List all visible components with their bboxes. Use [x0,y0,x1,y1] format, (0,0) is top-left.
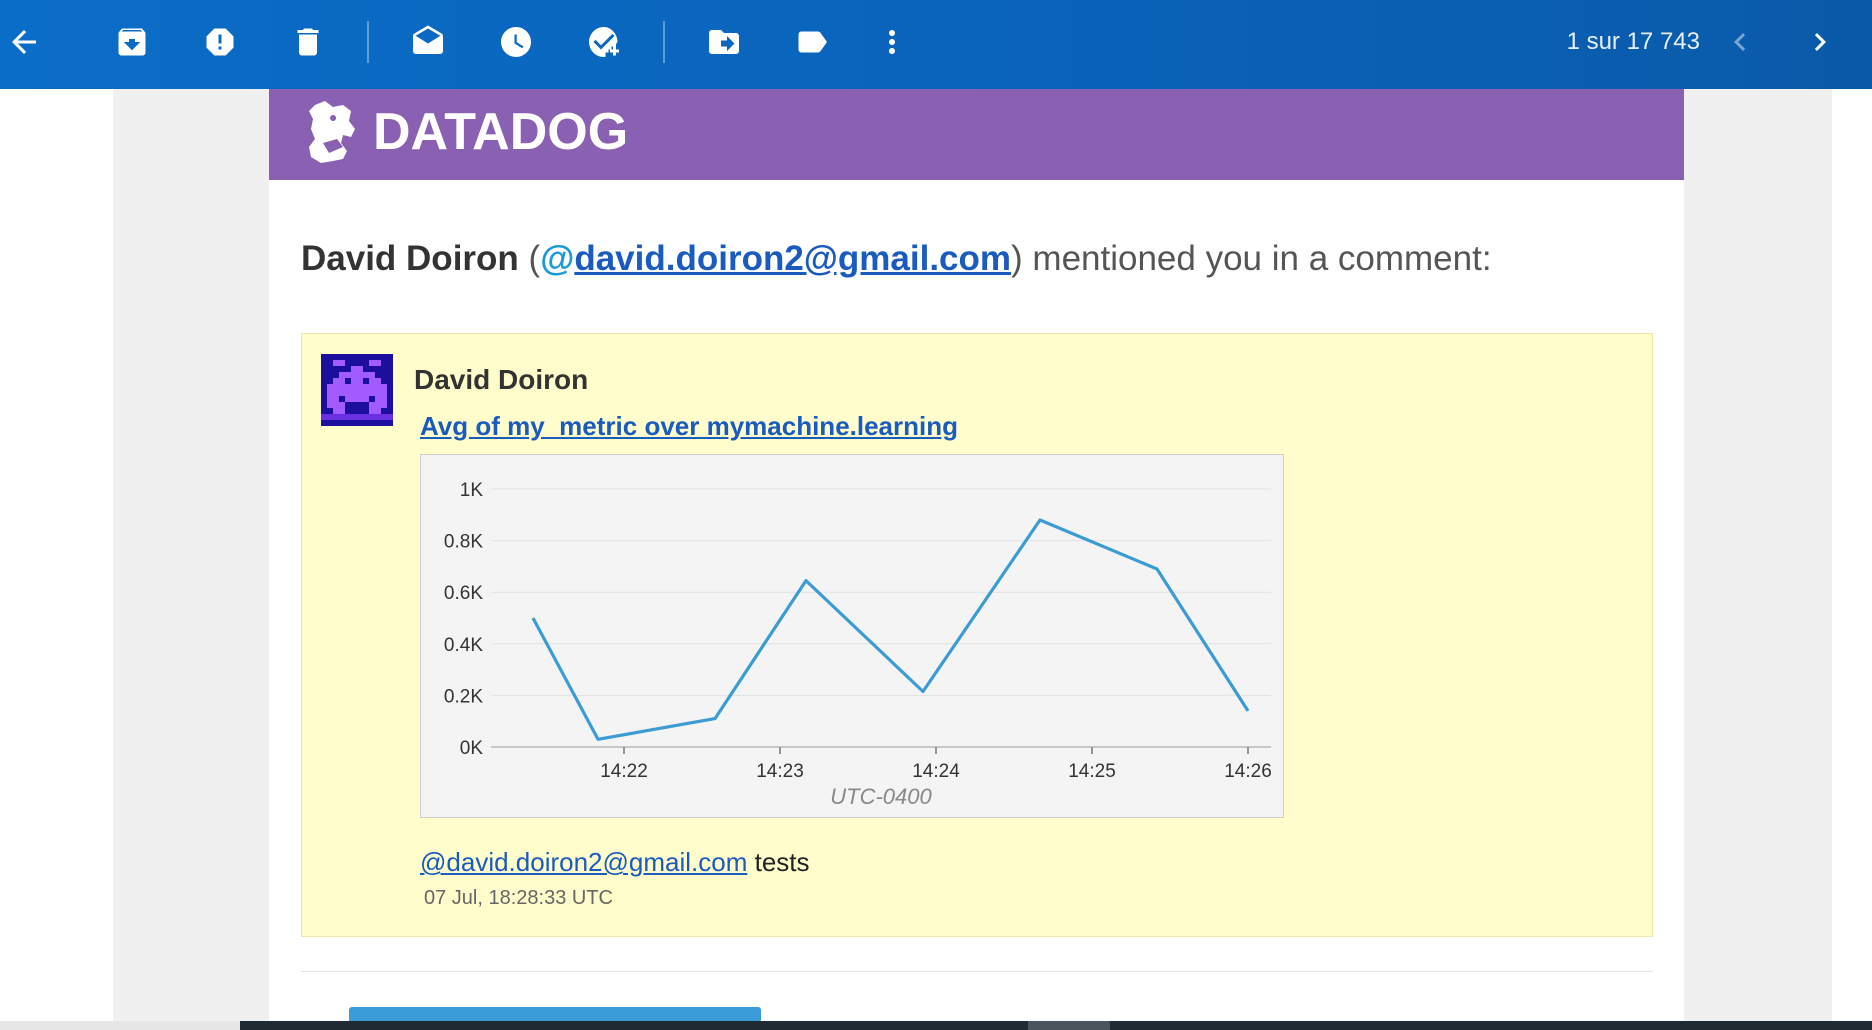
graph-snapshot[interactable]: 1K 0.8K 0.6K 0.4K 0.2K 0K 14:22 14:23 14:24 14:25… [420,454,1284,818]
x-tick-label: 14:25 [1068,761,1116,782]
mark-unread-icon[interactable] [404,18,452,66]
headline-open-paren: ( [518,239,541,278]
headline-email-link[interactable]: david.doiron2@gmail.com [574,239,1011,278]
left-gutter [113,89,269,1030]
toolbar: 1 sur 17 743 [0,0,1872,89]
space-invader-avatar-icon [321,354,393,426]
y-tick-label: 0.6K [444,583,483,604]
right-margin [1832,89,1872,1030]
mention-headline: David Doiron (@david.doiron2@gmail.com) … [301,239,1492,279]
headline-suffix: ) mentioned you in a comment: [1011,239,1492,278]
delete-icon[interactable] [284,18,332,66]
comment-box: David Doiron Avg of my_metric over mymac… [301,333,1653,937]
y-tick-label: 0K [460,738,484,759]
x-tick-label: 14:24 [912,761,960,782]
comment-mention-link[interactable]: @david.doiron2@gmail.com [420,847,747,877]
snooze-icon[interactable] [492,18,540,66]
more-vert-icon[interactable] [868,18,916,66]
y-tick-label: 0.8K [444,532,483,553]
x-tick-label: 14:22 [600,761,648,782]
comment-timestamp: 07 Jul, 18:28:33 UTC [424,887,613,909]
graph-title-link[interactable]: Avg of my_metric over mymachine.learning [420,411,958,442]
comment-body: @david.doiron2@gmail.com tests [420,847,810,878]
report-spam-icon[interactable] [196,18,244,66]
section-divider [301,971,1653,972]
add-task-icon[interactable] [580,18,628,66]
x-tick-label: 14:23 [756,761,804,782]
back-arrow-icon[interactable] [0,18,48,66]
brand-wordmark: DATADOG [373,103,629,161]
toolbar-separator [663,21,665,63]
email-card: DATADOG David Doiron (@david.doiron2@gma… [269,89,1684,1030]
y-tick-label: 0.4K [444,635,483,656]
metric-chart: 1K 0.8K 0.6K 0.4K 0.2K 0K 14:22 14:23 14:24 14:25… [444,480,1272,809]
datadog-logo: DATADOG [303,99,628,165]
bottom-strip [0,1021,240,1030]
datadog-dog-icon [309,101,355,163]
series-line [531,518,1250,741]
x-axis-label: UTC-0400 [830,784,932,809]
chevron-left-icon[interactable] [1716,18,1764,66]
brand-banner: DATADOG [269,89,1684,180]
x-tick-label: 14:26 [1224,761,1272,782]
horizontal-scrollbar[interactable] [240,1021,1872,1030]
right-gutter [1684,89,1832,1030]
scrollbar-thumb[interactable] [1028,1021,1110,1030]
left-margin [0,89,113,1030]
headline-author: David Doiron [301,239,519,278]
avatar [321,354,393,426]
label-icon[interactable] [788,18,836,66]
chevron-right-icon[interactable] [1796,18,1844,66]
y-tick-label: 0.2K [444,686,483,707]
message-counter: 1 sur 17 743 [1566,28,1700,55]
headline-at-sign: @ [540,239,575,278]
move-to-icon[interactable] [700,18,748,66]
comment-author: David Doiron [414,364,589,395]
y-tick-label: 1K [460,480,484,501]
toolbar-separator [367,21,369,63]
comment-text: tests [747,847,810,877]
archive-icon[interactable] [108,18,156,66]
